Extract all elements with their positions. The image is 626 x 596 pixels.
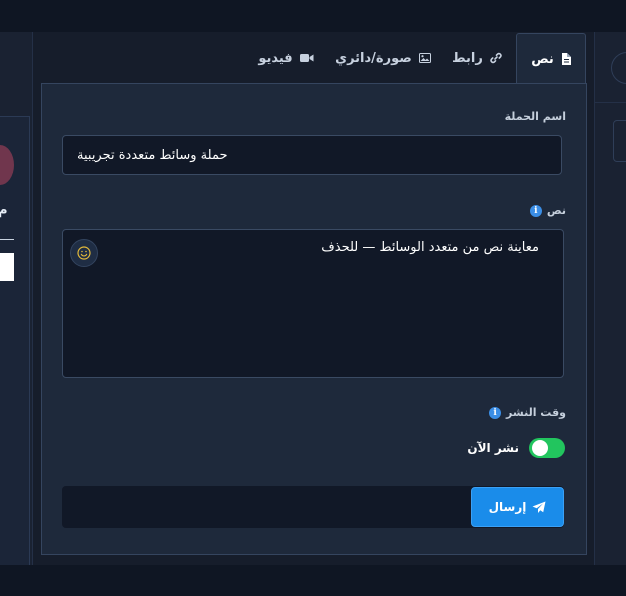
divider bbox=[0, 239, 14, 240]
avatar bbox=[0, 145, 14, 185]
tab-label: نص bbox=[531, 51, 554, 67]
send-button[interactable]: إرسال bbox=[471, 487, 564, 527]
message-textarea[interactable]: معاينة نص من متعدد الوسائط — للحذف bbox=[62, 229, 564, 378]
content-type-tabs: نص رابط صورة/دائري فيديو bbox=[40, 33, 586, 84]
tab-image-carousel[interactable]: صورة/دائري bbox=[328, 33, 438, 83]
left-preview-card: م bbox=[0, 116, 30, 586]
document-icon bbox=[561, 53, 571, 65]
emoji-button[interactable] bbox=[70, 239, 98, 267]
schedule-label-text: وقت النشر bbox=[506, 406, 566, 419]
info-icon[interactable]: i bbox=[529, 204, 542, 217]
tab-label: صورة/دائري bbox=[335, 50, 412, 66]
top-bar bbox=[0, 0, 626, 32]
left-card-text: م bbox=[0, 203, 8, 218]
smiley-icon bbox=[77, 246, 91, 260]
tab-label: فيديو bbox=[258, 50, 293, 66]
publish-now-label: نشر الآن bbox=[467, 441, 519, 455]
text-label-text: نص bbox=[546, 204, 566, 217]
campaign-name-label: اسم الحملة bbox=[505, 110, 566, 123]
message-text: معاينة نص من متعدد الوسائط — للحذف bbox=[321, 240, 539, 255]
left-sidebar-strip: م bbox=[0, 32, 33, 586]
image-icon bbox=[418, 53, 431, 63]
tab-label: رابط bbox=[452, 50, 483, 66]
tab-link[interactable]: رابط bbox=[442, 33, 512, 83]
toggle-knob bbox=[532, 440, 548, 456]
left-card-input[interactable] bbox=[0, 253, 14, 281]
campaign-name-input[interactable]: حملة وسائط متعددة تجريبية bbox=[62, 135, 562, 175]
right-sidebar-strip bbox=[594, 32, 626, 565]
link-icon bbox=[490, 52, 502, 64]
schedule-label: وقت النشر i bbox=[489, 406, 566, 419]
paper-plane-icon bbox=[532, 501, 546, 513]
send-button-label: إرسال bbox=[488, 500, 527, 514]
campaign-name-label-text: اسم الحملة bbox=[504, 110, 566, 123]
right-box-control[interactable] bbox=[613, 120, 626, 162]
text-label: نص i bbox=[529, 204, 566, 217]
tab-video[interactable]: فيديو bbox=[248, 33, 324, 83]
tab-text[interactable]: نص bbox=[516, 33, 586, 84]
bottom-bar bbox=[0, 565, 626, 596]
publish-now-toggle[interactable] bbox=[529, 438, 565, 458]
send-bar: إرسال bbox=[62, 486, 564, 528]
video-camera-icon bbox=[299, 54, 314, 62]
info-icon[interactable]: i bbox=[489, 406, 502, 419]
publish-now-row: نشر الآن bbox=[467, 438, 565, 458]
